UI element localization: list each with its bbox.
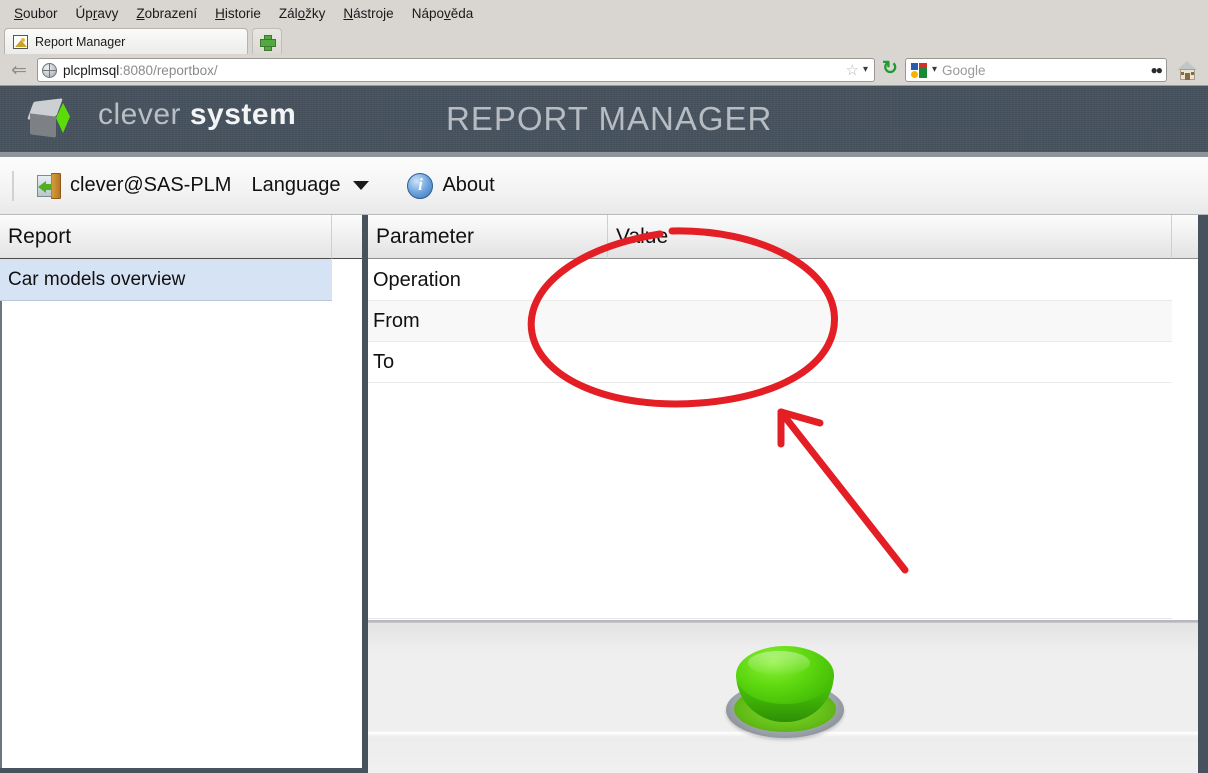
action-pane — [368, 622, 1198, 773]
parameter-column-header-label: Parameter — [376, 224, 475, 248]
button-gloss — [748, 651, 810, 675]
reload-icon[interactable]: ↻ — [880, 59, 900, 80]
run-report-button[interactable] — [726, 646, 844, 738]
home-button[interactable] — [1172, 57, 1202, 83]
table-bottom-rule — [368, 618, 1172, 619]
globe-icon — [42, 62, 57, 78]
value-column-header[interactable]: Value — [608, 215, 1172, 259]
brand-bold: system — [189, 98, 297, 131]
menu-upravy[interactable]: Úpravy — [67, 4, 128, 23]
language-menu[interactable]: Language — [241, 172, 379, 199]
brand-light: clever — [98, 98, 190, 131]
list-item[interactable]: Car models overview — [0, 259, 332, 301]
address-bar[interactable]: plcplmsql:8080/reportbox/ ☆ ▾ — [37, 58, 875, 82]
url-host: plcplmsql — [63, 62, 120, 78]
menu-historie[interactable]: Historie — [206, 4, 270, 23]
report-list-header: Report — [0, 215, 362, 259]
address-bar-actions: ☆ ▾ — [846, 63, 870, 78]
report-list-panel: Report Car models overview — [0, 215, 362, 773]
table-cell-parameter: To — [373, 350, 395, 373]
logout-door-icon — [37, 172, 61, 199]
plus-icon — [260, 34, 276, 51]
search-engine-chevron-icon[interactable]: ▾ — [932, 65, 937, 75]
screenshot-root: Soubor Úpravy Zobrazení Historie Záložky… — [0, 0, 1208, 773]
info-icon — [407, 172, 434, 199]
parameter-table-header: Parameter Value — [368, 215, 1198, 259]
value-column-header-spacer — [1172, 215, 1198, 259]
table-row[interactable]: Operation — [368, 260, 1172, 301]
clever-system-logo-icon — [27, 94, 75, 142]
menu-zalozky[interactable]: Záložky — [270, 4, 335, 23]
chevron-down-icon[interactable]: ▾ — [863, 65, 868, 75]
table-row[interactable]: To — [368, 342, 1172, 383]
value-column-header-label: Value — [616, 224, 669, 248]
panel-right-border — [1198, 215, 1208, 773]
bookmark-star-icon[interactable]: ☆ — [846, 63, 859, 78]
page-title: REPORT MANAGER — [446, 100, 773, 137]
address-bar-text: plcplmsql:8080/reportbox/ — [63, 63, 218, 78]
browser-menubar: Soubor Úpravy Zobrazení Historie Záložky… — [0, 0, 1208, 26]
browser-tabstrip: Report Manager — [0, 26, 1208, 54]
url-path: :8080/reportbox/ — [119, 62, 218, 78]
search-input[interactable]: Google — [942, 63, 986, 78]
menu-napoveda[interactable]: Nápověda — [403, 4, 483, 23]
table-row[interactable]: From — [368, 301, 1172, 342]
google-logo-icon — [911, 62, 927, 78]
user-account-label: clever@SAS-PLM — [70, 174, 232, 196]
app-content: Report Car models overview Parameter Val… — [0, 215, 1208, 773]
list-item-label: Car models overview — [8, 268, 186, 290]
report-column-header[interactable]: Report — [0, 215, 332, 259]
home-icon — [1176, 60, 1198, 80]
search-bar[interactable]: ▾ Google ●● — [905, 58, 1167, 82]
table-cell-parameter: Operation — [373, 268, 461, 291]
chevron-down-icon — [353, 181, 370, 190]
back-forward-icon[interactable]: ⇐ — [6, 58, 32, 82]
menu-soubor[interactable]: Soubor — [5, 4, 67, 23]
new-tab-button[interactable] — [252, 28, 282, 54]
browser-tab-label: Report Manager — [35, 34, 126, 49]
browser-tab-report-manager[interactable]: Report Manager — [4, 28, 248, 54]
toolbar-separator — [12, 170, 14, 201]
language-label: Language — [251, 174, 341, 196]
panel-bottom-border — [0, 768, 362, 773]
about-label: About — [442, 174, 495, 196]
report-column-header-label: Report — [8, 224, 72, 248]
browser-navbar: ⇐ plcplmsql:8080/reportbox/ ☆ ▾ ↻ ▾ Goog… — [0, 54, 1208, 86]
parameter-column-header[interactable]: Parameter — [368, 215, 608, 259]
user-account-button[interactable]: clever@SAS-PLM — [27, 171, 241, 201]
menu-nastroje[interactable]: Nástroje — [334, 4, 402, 23]
image-favicon-icon — [13, 34, 28, 49]
parameter-panel: Parameter Value Operation From To — [368, 215, 1198, 773]
binoculars-icon[interactable]: ●● — [1151, 63, 1163, 77]
table-cell-parameter: From — [373, 309, 420, 332]
report-column-header-spacer — [332, 215, 362, 259]
about-button[interactable]: About — [397, 171, 504, 201]
menu-zobrazeni[interactable]: Zobrazení — [127, 4, 206, 23]
app-toolbar: clever@SAS-PLM Language About — [0, 157, 1208, 215]
brand-wordmark: clever system — [98, 98, 296, 132]
